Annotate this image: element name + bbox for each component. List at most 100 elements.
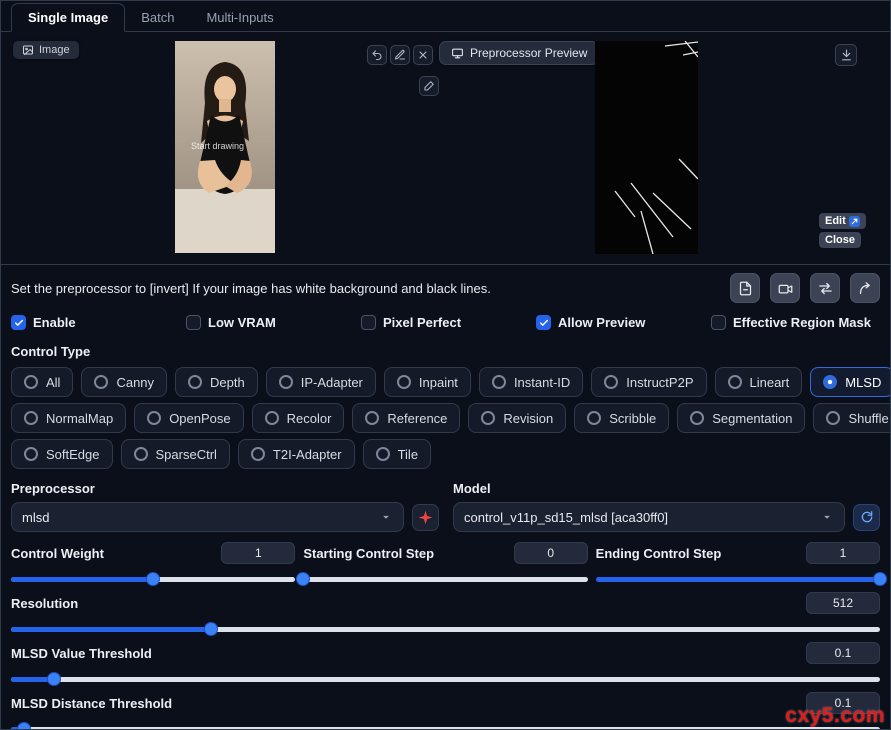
preprocessor-note: Set the preprocessor to [invert] If your… <box>11 280 491 296</box>
control-type-t2i-adapter[interactable]: T2I-Adapter <box>237 439 355 469</box>
radio-label: Shuffle <box>848 410 889 426</box>
control-type-depth[interactable]: Depth <box>175 367 258 397</box>
pixel-perfect-checkbox[interactable]: Pixel Perfect <box>361 315 536 330</box>
radio-label: Lineart <box>749 374 790 390</box>
preprocessor-model-row: Preprocessor mlsd Model control_v11p_sd1… <box>1 469 890 532</box>
controlnet-panel: Single Image Batch Multi-Inputs Image St… <box>0 0 891 730</box>
radio-icon <box>133 447 148 461</box>
step-sliders-row: Control Weight Starting Control Step End… <box>1 532 890 586</box>
radio-label: IP-Adapter <box>300 374 363 390</box>
starting-step-input[interactable] <box>513 542 588 564</box>
webcam-button[interactable] <box>770 273 800 303</box>
source-image[interactable]: Start drawing <box>175 41 275 253</box>
radio-icon <box>396 375 411 389</box>
control-type-recolor[interactable]: Recolor <box>251 403 345 433</box>
control-weight-input[interactable] <box>221 542 296 564</box>
brush-button[interactable] <box>419 76 439 96</box>
mlsd-value-threshold-slider[interactable] <box>11 672 880 686</box>
image-panel: Image Start drawing Preprocessor Preview… <box>1 32 890 265</box>
new-canvas-button[interactable] <box>730 273 760 303</box>
slider-handle[interactable] <box>872 572 887 586</box>
monitor-icon <box>451 47 464 60</box>
control-type-all[interactable]: All <box>11 367 74 397</box>
control-type-softedge[interactable]: SoftEdge <box>11 439 113 469</box>
effective-region-mask-checkbox[interactable]: Effective Region Mask <box>711 315 871 330</box>
low-vram-checkbox[interactable]: Low VRAM <box>186 315 361 330</box>
radio-label: Tile <box>397 446 419 462</box>
ending-step-input[interactable] <box>805 542 880 564</box>
control-type-inpaint[interactable]: Inpaint <box>383 367 471 397</box>
close-button[interactable]: Close <box>819 232 861 248</box>
checkbox-unchecked-icon <box>186 315 201 330</box>
radio-label: Instant-ID <box>513 374 571 390</box>
control-type-lineart[interactable]: Lineart <box>714 367 803 397</box>
start-drawing-hint: Start drawing <box>191 141 245 151</box>
control-type-instructp2p[interactable]: InstructP2P <box>591 367 707 397</box>
control-weight-slider[interactable] <box>11 572 296 586</box>
control-type-sparsectrl[interactable]: SparseCtrl <box>120 439 230 469</box>
control-type-shuffle[interactable]: Shuffle <box>813 403 890 433</box>
tab-multi-inputs[interactable]: Multi-Inputs <box>190 4 289 31</box>
edit-button[interactable]: Edit <box>819 213 866 229</box>
slider-handle[interactable] <box>296 572 311 586</box>
close-icon <box>417 49 429 61</box>
radio-label: OpenPose <box>169 410 231 426</box>
model-dropdown[interactable]: control_v11p_sd15_mlsd [aca30ff0] <box>453 502 845 532</box>
model-value: control_v11p_sd15_mlsd [aca30ff0] <box>464 509 669 525</box>
tab-single-image[interactable]: Single Image <box>11 3 126 32</box>
refresh-models-button[interactable] <box>853 503 880 531</box>
preprocessor-dropdown[interactable]: mlsd <box>11 502 404 532</box>
resolution-input[interactable] <box>806 592 880 614</box>
control-type-reference[interactable]: Reference <box>352 403 461 433</box>
send-dimensions-button[interactable] <box>850 273 880 303</box>
slider-handle[interactable] <box>17 722 32 729</box>
radio-label: T2I-Adapter <box>272 446 342 462</box>
mirror-webcam-button[interactable] <box>810 273 840 303</box>
undo-button[interactable] <box>367 45 387 65</box>
radio-label: InstructP2P <box>626 374 694 390</box>
control-type-scribble[interactable]: Scribble <box>574 403 670 433</box>
preprocessor-preview-button[interactable]: Preprocessor Preview <box>439 41 600 65</box>
starting-step-block: Starting Control Step <box>296 542 588 586</box>
mlsd-distance-threshold-slider[interactable] <box>11 722 880 729</box>
enable-checkbox[interactable]: Enable <box>11 315 186 330</box>
image-toolbar <box>367 45 433 65</box>
control-type-instant-id[interactable]: Instant-ID <box>478 367 584 397</box>
radio-label: Segmentation <box>712 410 793 426</box>
clear-image-button[interactable] <box>413 45 433 65</box>
run-preprocessor-button[interactable] <box>412 503 439 531</box>
ending-step-slider[interactable] <box>595 572 887 586</box>
swap-arrows-icon <box>818 281 833 296</box>
enable-label: Enable <box>33 315 76 330</box>
tab-batch[interactable]: Batch <box>125 4 190 31</box>
control-type-segmentation[interactable]: Segmentation <box>677 403 806 433</box>
control-type-normalmap[interactable]: NormalMap <box>11 403 127 433</box>
mlsd-value-threshold-input[interactable] <box>806 642 880 664</box>
radio-label: Inpaint <box>418 374 458 390</box>
slider-handle[interactable] <box>47 672 62 686</box>
new-canvas-icon <box>738 281 753 296</box>
edit-image-button[interactable] <box>390 45 410 65</box>
slider-handle[interactable] <box>146 572 161 586</box>
control-type-openpose[interactable]: OpenPose <box>134 403 244 433</box>
preprocessor-preview-label: Preprocessor Preview <box>470 46 588 60</box>
control-type-ip-adapter[interactable]: IP-Adapter <box>265 367 376 397</box>
control-type-revision[interactable]: Revision <box>468 403 567 433</box>
radio-label: NormalMap <box>46 410 114 426</box>
allow-preview-checkbox[interactable]: Allow Preview <box>536 315 711 330</box>
radio-icon <box>587 411 602 425</box>
control-weight-label: Control Weight <box>11 545 104 561</box>
control-type-tile[interactable]: Tile <box>362 439 432 469</box>
control-type-mlsd[interactable]: MLSD <box>810 367 890 397</box>
brush-icon <box>423 80 435 92</box>
radio-label: All <box>46 374 61 390</box>
starting-step-slider[interactable] <box>296 572 588 586</box>
pixel-perfect-label: Pixel Perfect <box>383 315 462 330</box>
mlsd-distance-threshold-label: MLSD Distance Threshold <box>11 695 173 711</box>
resolution-slider[interactable] <box>11 622 880 636</box>
slider-handle[interactable] <box>203 622 218 636</box>
download-preview-button[interactable] <box>835 44 857 66</box>
checkbox-unchecked-icon <box>361 315 376 330</box>
preprocessor-result-image[interactable] <box>595 41 698 254</box>
control-type-canny[interactable]: Canny <box>81 367 168 397</box>
